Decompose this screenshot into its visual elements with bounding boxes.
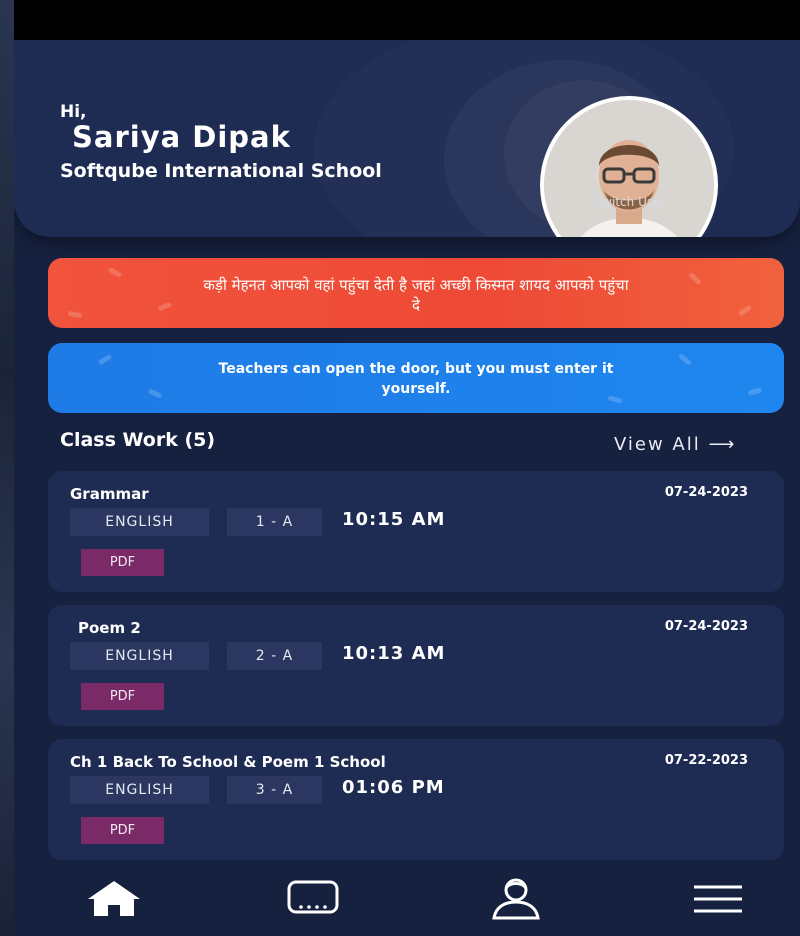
class-work-title: Class Work (5) (60, 429, 216, 451)
avatar-photo (544, 100, 714, 237)
subject-chip: ENGLISH (70, 508, 209, 536)
profile-header: Hi, Sariya Dipak Softqube International … (14, 40, 800, 237)
class-work-title-text: Grammar (70, 485, 149, 503)
user-photo-icon (544, 100, 714, 237)
classroom-screen-icon (287, 880, 339, 914)
class-work-date: 07-24-2023 (664, 619, 748, 634)
user-name: Sariya Dipak (72, 120, 291, 154)
home-icon (88, 881, 140, 916)
quote-text: Teachers can open the door, but you must… (218, 361, 614, 397)
class-work-date: 07-22-2023 (664, 753, 748, 768)
class-work-time: 01:06 PM (342, 777, 445, 798)
class-work-date: 07-24-2023 (664, 485, 748, 500)
quote-banner-english: Teachers can open the door, but you must… (48, 343, 784, 413)
subject-chip: ENGLISH (70, 642, 209, 670)
greeting-text: Hi, (60, 102, 87, 122)
menu-icon (694, 885, 742, 913)
quote-banner-hindi: कड़ी मेहनत आपको वहां पहुंचा देती है जहां… (48, 258, 784, 328)
background-frame (0, 0, 14, 936)
class-chip: 1 - A (227, 508, 322, 536)
class-work-time: 10:15 AM (342, 509, 446, 530)
class-work-title-text: Ch 1 Back To School & Poem 1 School (70, 753, 386, 771)
bottom-nav (14, 862, 800, 936)
nav-profile[interactable] (484, 876, 548, 922)
app-screen: Hi, Sariya Dipak Softqube International … (14, 0, 800, 936)
nav-classroom[interactable] (281, 876, 345, 922)
quote-text: कड़ी मेहनत आपको वहां पहुंचा देती है जहां… (203, 276, 629, 314)
class-work-card[interactable]: Ch 1 Back To School & Poem 1 School 07-2… (48, 739, 784, 860)
class-chip: 3 - A (227, 776, 322, 804)
class-work-time: 10:13 AM (342, 643, 446, 664)
subject-chip: ENGLISH (70, 776, 209, 804)
pdf-button[interactable]: PDF (81, 817, 164, 844)
class-chip: 2 - A (227, 642, 322, 670)
pdf-button[interactable]: PDF (81, 549, 164, 576)
profile-icon (492, 878, 540, 920)
class-work-card[interactable]: Grammar 07-24-2023 ENGLISH 1 - A 10:15 A… (48, 471, 784, 592)
switch-user-link[interactable]: Switch User (570, 195, 690, 209)
view-all-link[interactable]: View All ⟶ (614, 434, 736, 455)
class-work-title-text: Poem 2 (78, 619, 141, 637)
school-name: Softqube International School (60, 160, 382, 182)
nav-home[interactable] (82, 876, 146, 922)
nav-menu[interactable] (686, 876, 750, 922)
class-work-card[interactable]: Poem 2 07-24-2023 ENGLISH 2 - A 10:13 AM… (48, 605, 784, 726)
pdf-button[interactable]: PDF (81, 683, 164, 710)
status-bar (14, 0, 800, 40)
